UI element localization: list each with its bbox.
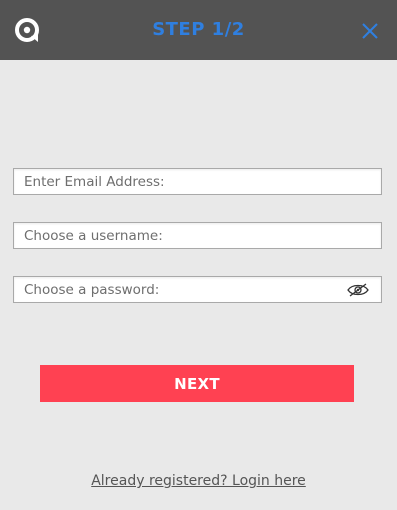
username-field[interactable] xyxy=(14,223,381,248)
password-field[interactable] xyxy=(14,277,381,302)
login-link[interactable]: Already registered? Login here xyxy=(0,473,397,489)
username-field-wrapper xyxy=(13,222,382,249)
next-button[interactable]: NEXT xyxy=(40,365,354,402)
email-field[interactable] xyxy=(14,169,381,194)
signup-dialog: STEP 1/2 NEXT Already registered? Login … xyxy=(0,0,397,510)
dialog-header: STEP 1/2 xyxy=(0,0,397,60)
eye-icon[interactable] xyxy=(347,282,369,298)
password-field-wrapper xyxy=(13,276,382,303)
close-icon[interactable] xyxy=(361,22,379,40)
step-title: STEP 1/2 xyxy=(152,19,245,40)
email-field-wrapper xyxy=(13,168,382,195)
